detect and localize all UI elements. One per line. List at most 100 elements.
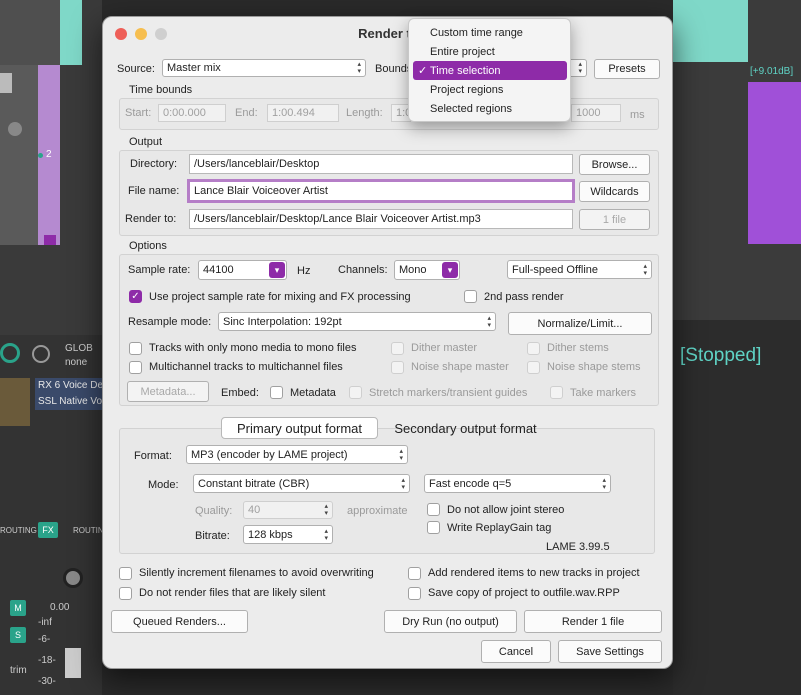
- solo-button[interactable]: S: [10, 627, 26, 643]
- noise-master-label: Noise shape master: [411, 361, 509, 373]
- noise-master-checkbox[interactable]: [391, 361, 404, 374]
- db-tick: -30-: [38, 676, 56, 687]
- second-pass-checkbox[interactable]: [464, 290, 477, 303]
- daw-waveform-teal-right: [673, 0, 748, 62]
- menu-item-time-selection[interactable]: Time selection: [413, 61, 567, 80]
- record-monitor-icon[interactable]: [0, 343, 20, 363]
- time-bounds-heading: Time bounds: [129, 84, 193, 96]
- routing-label[interactable]: ROUTING: [0, 526, 37, 535]
- fx-button[interactable]: FX: [38, 522, 58, 538]
- chevron-down-icon[interactable]: ▾: [269, 262, 285, 278]
- bitrate-label: Bitrate:: [195, 530, 230, 542]
- filename-field[interactable]: Lance Blair Voiceover Artist: [187, 179, 575, 203]
- end-field[interactable]: 1:00.494: [267, 104, 339, 122]
- tail-field[interactable]: 1000: [571, 104, 621, 122]
- bounds-menu: Custom time range Entire project Time se…: [408, 18, 571, 122]
- length-label: Length:: [346, 107, 383, 119]
- multichannel-checkbox[interactable]: [129, 361, 142, 374]
- transport-status: [Stopped]: [680, 345, 762, 366]
- renderto-label: Render to:: [125, 213, 177, 225]
- silently-increment-checkbox[interactable]: [119, 567, 132, 580]
- render-speed-select[interactable]: Full-speed Offline: [507, 260, 652, 279]
- menu-item-entire-project[interactable]: Entire project: [413, 42, 567, 61]
- folder-icon: [44, 235, 56, 245]
- save-settings-button[interactable]: Save Settings: [558, 640, 662, 663]
- mode-select[interactable]: Constant bitrate (CBR): [193, 474, 410, 493]
- hz-label: Hz: [297, 265, 311, 277]
- pan-knob-icon[interactable]: [8, 122, 22, 136]
- dither-master-label: Dither master: [411, 342, 478, 354]
- use-project-sr-label: Use project sample rate for mixing and F…: [149, 291, 411, 303]
- ms-label: ms: [630, 109, 645, 121]
- fx-chain-item[interactable]: SSL Native Vo: [38, 396, 102, 407]
- queued-renders-button[interactable]: Queued Renders...: [111, 610, 248, 633]
- dither-stems-checkbox[interactable]: [527, 342, 540, 355]
- mute-button[interactable]: M: [10, 600, 26, 616]
- cancel-button[interactable]: Cancel: [481, 640, 551, 663]
- stretch-markers-checkbox[interactable]: [349, 386, 362, 399]
- dry-run-button[interactable]: Dry Run (no output): [384, 610, 517, 633]
- approximate-label: approximate: [347, 505, 408, 517]
- track-indicator-icon: [38, 153, 43, 158]
- volume-knob-icon[interactable]: [63, 568, 83, 588]
- no-silent-label: Do not render files that are likely sile…: [139, 587, 326, 599]
- output-heading: Output: [129, 136, 163, 148]
- loop-icon[interactable]: [32, 345, 50, 363]
- global-label: GLOB: [65, 343, 93, 354]
- tab-primary-format[interactable]: Primary output format: [221, 417, 378, 439]
- second-pass-label: 2nd pass render: [484, 291, 564, 303]
- daw-button[interactable]: [0, 73, 12, 93]
- encode-select[interactable]: Fast encode q=5: [424, 474, 611, 493]
- bitrate-select[interactable]: 128 kbps: [243, 525, 333, 544]
- dither-master-checkbox[interactable]: [391, 342, 404, 355]
- daw-audio-item-purple[interactable]: [748, 82, 801, 244]
- wildcards-button[interactable]: Wildcards: [579, 181, 650, 202]
- start-field[interactable]: 0:00.000: [158, 104, 226, 122]
- no-silent-checkbox[interactable]: [119, 587, 132, 600]
- files-button[interactable]: 1 file: [579, 209, 650, 230]
- menu-item-selected-regions[interactable]: Selected regions: [413, 99, 567, 118]
- daw-transport: [673, 320, 801, 695]
- add-rendered-checkbox[interactable]: [408, 567, 421, 580]
- mono-tracks-label: Tracks with only mono media to mono file…: [149, 342, 357, 354]
- daw-waveform-teal: [60, 0, 82, 65]
- track-number: 2: [46, 149, 52, 160]
- none-label: none: [65, 357, 88, 368]
- daw-track-header: [0, 0, 60, 65]
- normalize-button[interactable]: Normalize/Limit...: [508, 312, 652, 335]
- quality-label: Quality:: [195, 505, 233, 517]
- directory-field[interactable]: /Users/lanceblair/Desktop: [189, 154, 573, 174]
- menu-item-custom-time-range[interactable]: Custom time range: [413, 23, 567, 42]
- directory-label: Directory:: [130, 158, 178, 170]
- quality-stepper[interactable]: 40: [243, 501, 333, 519]
- chevron-down-icon[interactable]: ▾: [442, 262, 458, 278]
- format-select[interactable]: MP3 (encoder by LAME project): [186, 445, 408, 464]
- mono-tracks-checkbox[interactable]: [129, 342, 142, 355]
- presets-button[interactable]: Presets: [594, 59, 660, 79]
- bounds-label: Bounds: [375, 63, 413, 75]
- fx-chain-item[interactable]: RX 6 Voice De: [38, 380, 103, 391]
- save-copy-checkbox[interactable]: [408, 587, 421, 600]
- trim-label: trim: [10, 665, 27, 676]
- take-markers-checkbox[interactable]: [550, 386, 563, 399]
- resample-select[interactable]: Sinc Interpolation: 192pt: [218, 312, 496, 331]
- use-project-sr-checkbox[interactable]: ✓: [129, 290, 142, 303]
- metadata-button[interactable]: Metadata...: [127, 381, 209, 402]
- multichannel-label: Multichannel tracks to multichannel file…: [149, 361, 343, 373]
- metadata-checkbox[interactable]: [270, 386, 283, 399]
- fx-slot-left[interactable]: [0, 378, 30, 426]
- save-copy-label: Save copy of project to outfile.wav.RPP: [428, 587, 620, 599]
- mode-label: Mode:: [148, 479, 179, 491]
- source-select[interactable]: Master mix: [162, 59, 366, 77]
- noise-stems-checkbox[interactable]: [527, 361, 540, 374]
- tab-secondary-format[interactable]: Secondary output format: [382, 417, 549, 439]
- options-heading: Options: [129, 240, 167, 252]
- joint-stereo-checkbox[interactable]: [427, 503, 440, 516]
- metadata-check-label: Metadata: [290, 387, 336, 399]
- render-button[interactable]: Render 1 file: [524, 610, 662, 633]
- replaygain-checkbox[interactable]: [427, 521, 440, 534]
- fader-handle[interactable]: [65, 648, 81, 678]
- menu-item-project-regions[interactable]: Project regions: [413, 80, 567, 99]
- browse-button[interactable]: Browse...: [579, 154, 650, 175]
- start-label: Start:: [125, 107, 152, 119]
